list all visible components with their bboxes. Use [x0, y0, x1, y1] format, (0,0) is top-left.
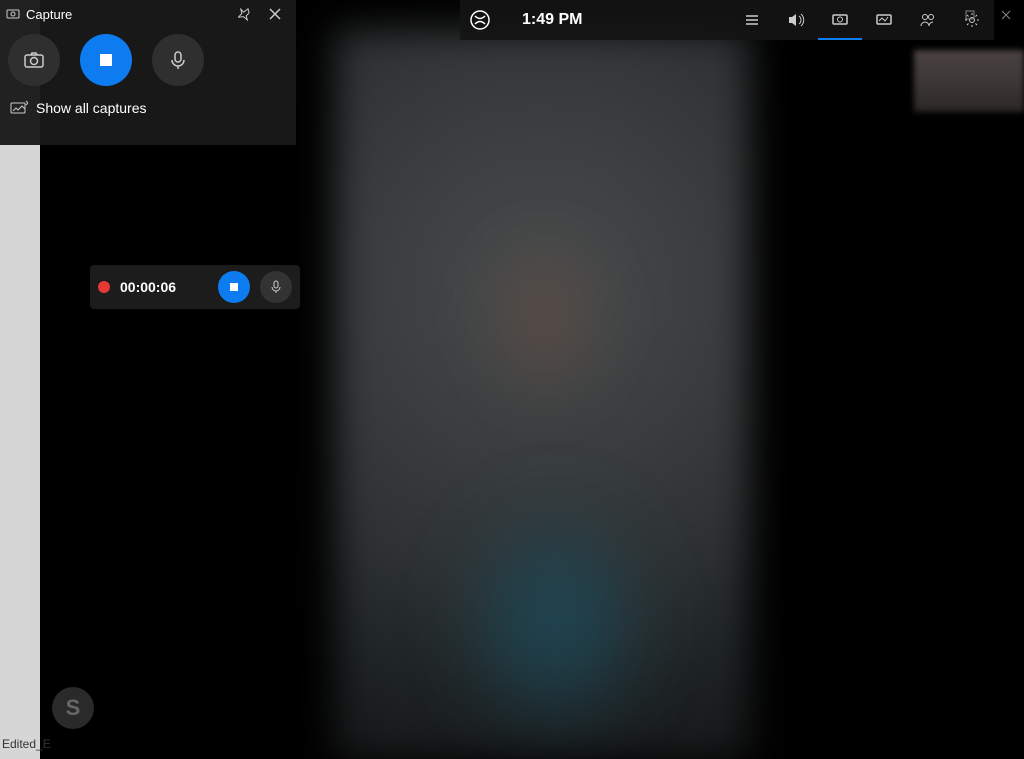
- recording-elapsed-time: 00:00:06: [120, 279, 208, 295]
- self-view-pip[interactable]: [914, 50, 1024, 112]
- performance-icon[interactable]: [862, 0, 906, 40]
- capture-widget-header: Capture: [0, 0, 296, 28]
- capture-widget-title: Capture: [26, 7, 72, 22]
- audio-icon[interactable]: [774, 0, 818, 40]
- stop-icon: [99, 53, 113, 67]
- capture-widget: Capture Show all captures: [0, 0, 296, 145]
- pin-icon[interactable]: [230, 0, 260, 28]
- maximize-button[interactable]: [952, 0, 988, 30]
- show-all-captures-label: Show all captures: [36, 100, 147, 116]
- widgets-menu-icon[interactable]: [730, 0, 774, 40]
- window-controls: [952, 0, 1024, 30]
- microphone-icon: [168, 50, 188, 70]
- gallery-icon: [10, 100, 28, 116]
- microphone-mini-button[interactable]: [260, 271, 292, 303]
- close-window-button[interactable]: [988, 0, 1024, 30]
- microphone-icon: [269, 280, 283, 294]
- screenshot-button[interactable]: [8, 34, 60, 86]
- video-feed-main: [335, 30, 750, 759]
- xbox-icon[interactable]: [468, 8, 492, 32]
- recording-status-widget: 00:00:06: [90, 265, 300, 309]
- clock: 1:49 PM: [522, 11, 582, 29]
- camera-icon: [23, 49, 45, 71]
- show-all-captures-link[interactable]: Show all captures: [0, 92, 296, 124]
- desktop-file-label[interactable]: Edited_E: [2, 737, 51, 751]
- skype-logo-letter: S: [66, 695, 81, 721]
- stop-icon: [229, 282, 239, 292]
- capture-top-icon[interactable]: [818, 0, 862, 40]
- social-icon[interactable]: [906, 0, 950, 40]
- recording-indicator-dot: [98, 281, 110, 293]
- capture-title-icon: [6, 7, 20, 21]
- gamebar-top: 1:49 PM: [460, 0, 994, 40]
- stop-recording-button[interactable]: [80, 34, 132, 86]
- skype-icon[interactable]: S: [52, 687, 94, 729]
- close-widget-icon[interactable]: [260, 0, 290, 28]
- stop-recording-mini-button[interactable]: [218, 271, 250, 303]
- microphone-button[interactable]: [152, 34, 204, 86]
